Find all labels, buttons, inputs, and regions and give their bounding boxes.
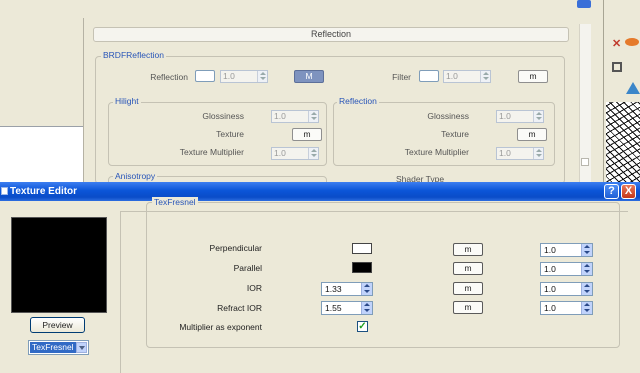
hilight-multiplier-spinner[interactable]: 1.0: [271, 147, 319, 160]
preview-button[interactable]: Preview: [30, 317, 85, 333]
parallel-multiplier-spinner[interactable]: 1.0: [540, 262, 593, 276]
perpendicular-map-button[interactable]: m: [453, 243, 483, 256]
filter-label: Filter: [392, 72, 411, 82]
chevron-down-icon[interactable]: [76, 342, 87, 353]
reflection-glossiness-spinner[interactable]: 1.0: [496, 110, 544, 123]
refract-ior-label: Refract IOR: [217, 303, 262, 313]
reflection-multiplier-label: Texture Multiplier: [404, 147, 469, 157]
parallel-label: Parallel: [233, 263, 262, 273]
scrollbar-thumb[interactable]: [581, 158, 589, 166]
hilight-texture-label: Texture: [216, 129, 244, 139]
hilight-glossiness-label: Glossiness: [202, 111, 244, 121]
hilight-title: Hilight: [113, 96, 141, 106]
cube-icon[interactable]: [612, 62, 622, 72]
scroll-up-button[interactable]: [577, 0, 591, 8]
ior-multiplier-spinner[interactable]: 1.0: [540, 282, 593, 296]
window-icon: [1, 187, 8, 195]
reflection-color-swatch[interactable]: [195, 70, 215, 82]
filter-spinner[interactable]: 1.0: [443, 70, 491, 83]
texture-type-select[interactable]: TexFresnel: [28, 340, 89, 355]
hilight-glossiness-spinner[interactable]: 1.0: [271, 110, 319, 123]
multiplier-as-exponent-checkbox[interactable]: ✓: [357, 321, 368, 332]
filter-color-swatch[interactable]: [419, 70, 439, 82]
anisotropy-title: Anisotropy: [113, 171, 158, 181]
parallel-map-button[interactable]: m: [453, 262, 483, 275]
reflection-section-header[interactable]: Reflection: [93, 27, 569, 42]
delete-icon[interactable]: ✕: [612, 38, 624, 50]
reflection-label: Reflection: [150, 72, 188, 82]
ior-spinner[interactable]: 1.33: [321, 282, 373, 296]
eye-icon[interactable]: [625, 38, 639, 46]
perpendicular-multiplier-spinner[interactable]: 1.0: [540, 243, 593, 257]
ior-label: IOR: [246, 283, 262, 293]
refract-ior-map-button[interactable]: m: [453, 301, 483, 314]
perpendicular-label: Perpendicular: [209, 243, 262, 253]
texture-editor-titlebar[interactable]: Texture Editor ? X: [0, 182, 640, 201]
brdf-reflection-title: BRDFReflection: [101, 50, 166, 60]
perpendicular-color-swatch[interactable]: [352, 243, 372, 254]
texture-preview: [11, 217, 107, 313]
reflection-texture-map-button[interactable]: m: [517, 128, 547, 141]
refract-ior-multiplier-spinner[interactable]: 1.0: [540, 301, 593, 315]
help-button[interactable]: ?: [604, 184, 619, 199]
hilight-texture-map-button[interactable]: m: [292, 128, 322, 141]
texture-type-selected: TexFresnel: [30, 342, 76, 353]
hilight-multiplier-label: Texture Multiplier: [179, 147, 244, 157]
refract-ior-spinner[interactable]: 1.55: [321, 301, 373, 315]
ior-map-button[interactable]: m: [453, 282, 483, 295]
reflection-subgroup-title: Reflection: [337, 96, 379, 106]
reflection-multiplier-spinner[interactable]: 1.0: [496, 147, 544, 160]
reflection-glossiness-label: Glossiness: [427, 111, 469, 121]
texfresnel-group-title: TexFresnel: [152, 197, 198, 207]
cone-icon[interactable]: [626, 82, 640, 94]
multiplier-as-exponent-label: Multiplier as exponent: [179, 322, 262, 332]
reflection-map-button[interactable]: M: [294, 70, 324, 83]
reflection-spinner[interactable]: 1.0: [220, 70, 268, 83]
close-button[interactable]: X: [621, 184, 636, 199]
reflection-texture-label: Texture: [441, 129, 469, 139]
filter-map-button[interactable]: m: [518, 70, 548, 83]
viewport-canvas[interactable]: [606, 102, 640, 184]
parallel-color-swatch[interactable]: [352, 262, 372, 273]
left-list-panel: [0, 126, 83, 184]
texture-editor-title: Texture Editor: [10, 186, 78, 197]
background-topbar: [0, 0, 640, 18]
